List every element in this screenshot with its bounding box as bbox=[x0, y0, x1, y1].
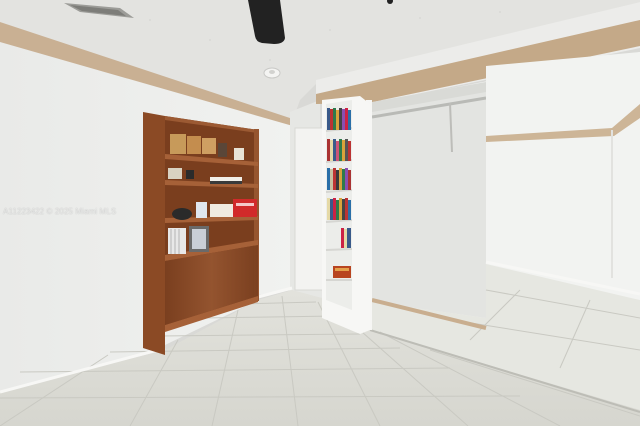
shelf-box bbox=[170, 134, 186, 154]
red-box bbox=[233, 199, 257, 217]
room-photo: A11223422 © 2025 Miami MLS bbox=[0, 0, 640, 426]
far-room-wall bbox=[486, 52, 640, 300]
white-bookcase bbox=[322, 96, 370, 334]
watermark-text: A11223422 © 2025 Miami MLS bbox=[3, 207, 117, 216]
shelf-figurine bbox=[172, 208, 192, 220]
interior-door bbox=[294, 127, 324, 291]
smoke-detector bbox=[263, 67, 281, 79]
closet-interior-wall bbox=[372, 86, 486, 318]
